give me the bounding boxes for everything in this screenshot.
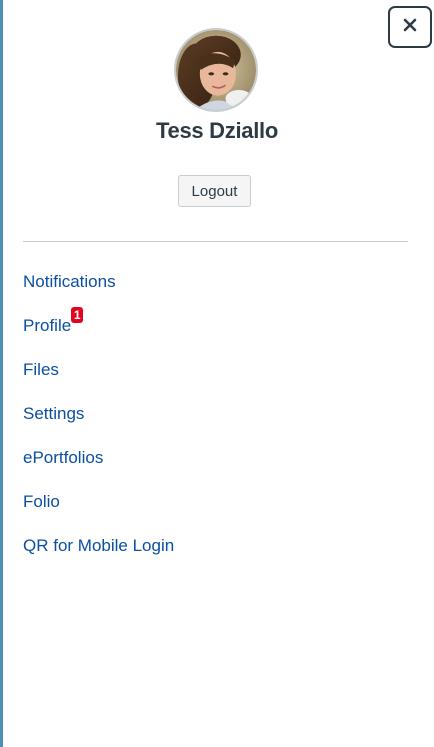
menu-item-files: Files xyxy=(23,357,174,401)
files-link[interactable]: Files xyxy=(23,357,59,383)
avatar xyxy=(174,28,258,112)
divider xyxy=(23,241,408,242)
account-tray: Tess Dziallo Logout Notifications Profil… xyxy=(3,0,434,747)
menu-item-profile: Profile 1 xyxy=(23,307,174,357)
user-name: Tess Dziallo xyxy=(156,118,278,143)
close-icon xyxy=(403,18,417,37)
menu-item-notifications: Notifications xyxy=(23,269,174,313)
close-button[interactable] xyxy=(388,6,432,48)
user-avatar-photo xyxy=(176,30,256,110)
account-menu: Notifications Profile 1 Files Settings eP… xyxy=(23,269,174,577)
menu-item-eportfolios: ePortfolios xyxy=(23,445,174,489)
menu-item-qr-login: QR for Mobile Login xyxy=(23,533,174,577)
profile-link-label: Profile xyxy=(23,316,72,335)
notifications-link[interactable]: Notifications xyxy=(23,269,116,295)
logout-button[interactable]: Logout xyxy=(178,175,251,207)
profile-link[interactable]: Profile 1 xyxy=(23,307,84,339)
folio-link[interactable]: Folio xyxy=(23,489,60,515)
notification-badge: 1 xyxy=(71,307,84,323)
menu-item-folio: Folio xyxy=(23,489,174,533)
settings-link[interactable]: Settings xyxy=(23,401,84,427)
menu-item-settings: Settings xyxy=(23,401,174,445)
eportfolios-link[interactable]: ePortfolios xyxy=(23,445,103,471)
qr-mobile-login-link[interactable]: QR for Mobile Login xyxy=(23,533,174,559)
